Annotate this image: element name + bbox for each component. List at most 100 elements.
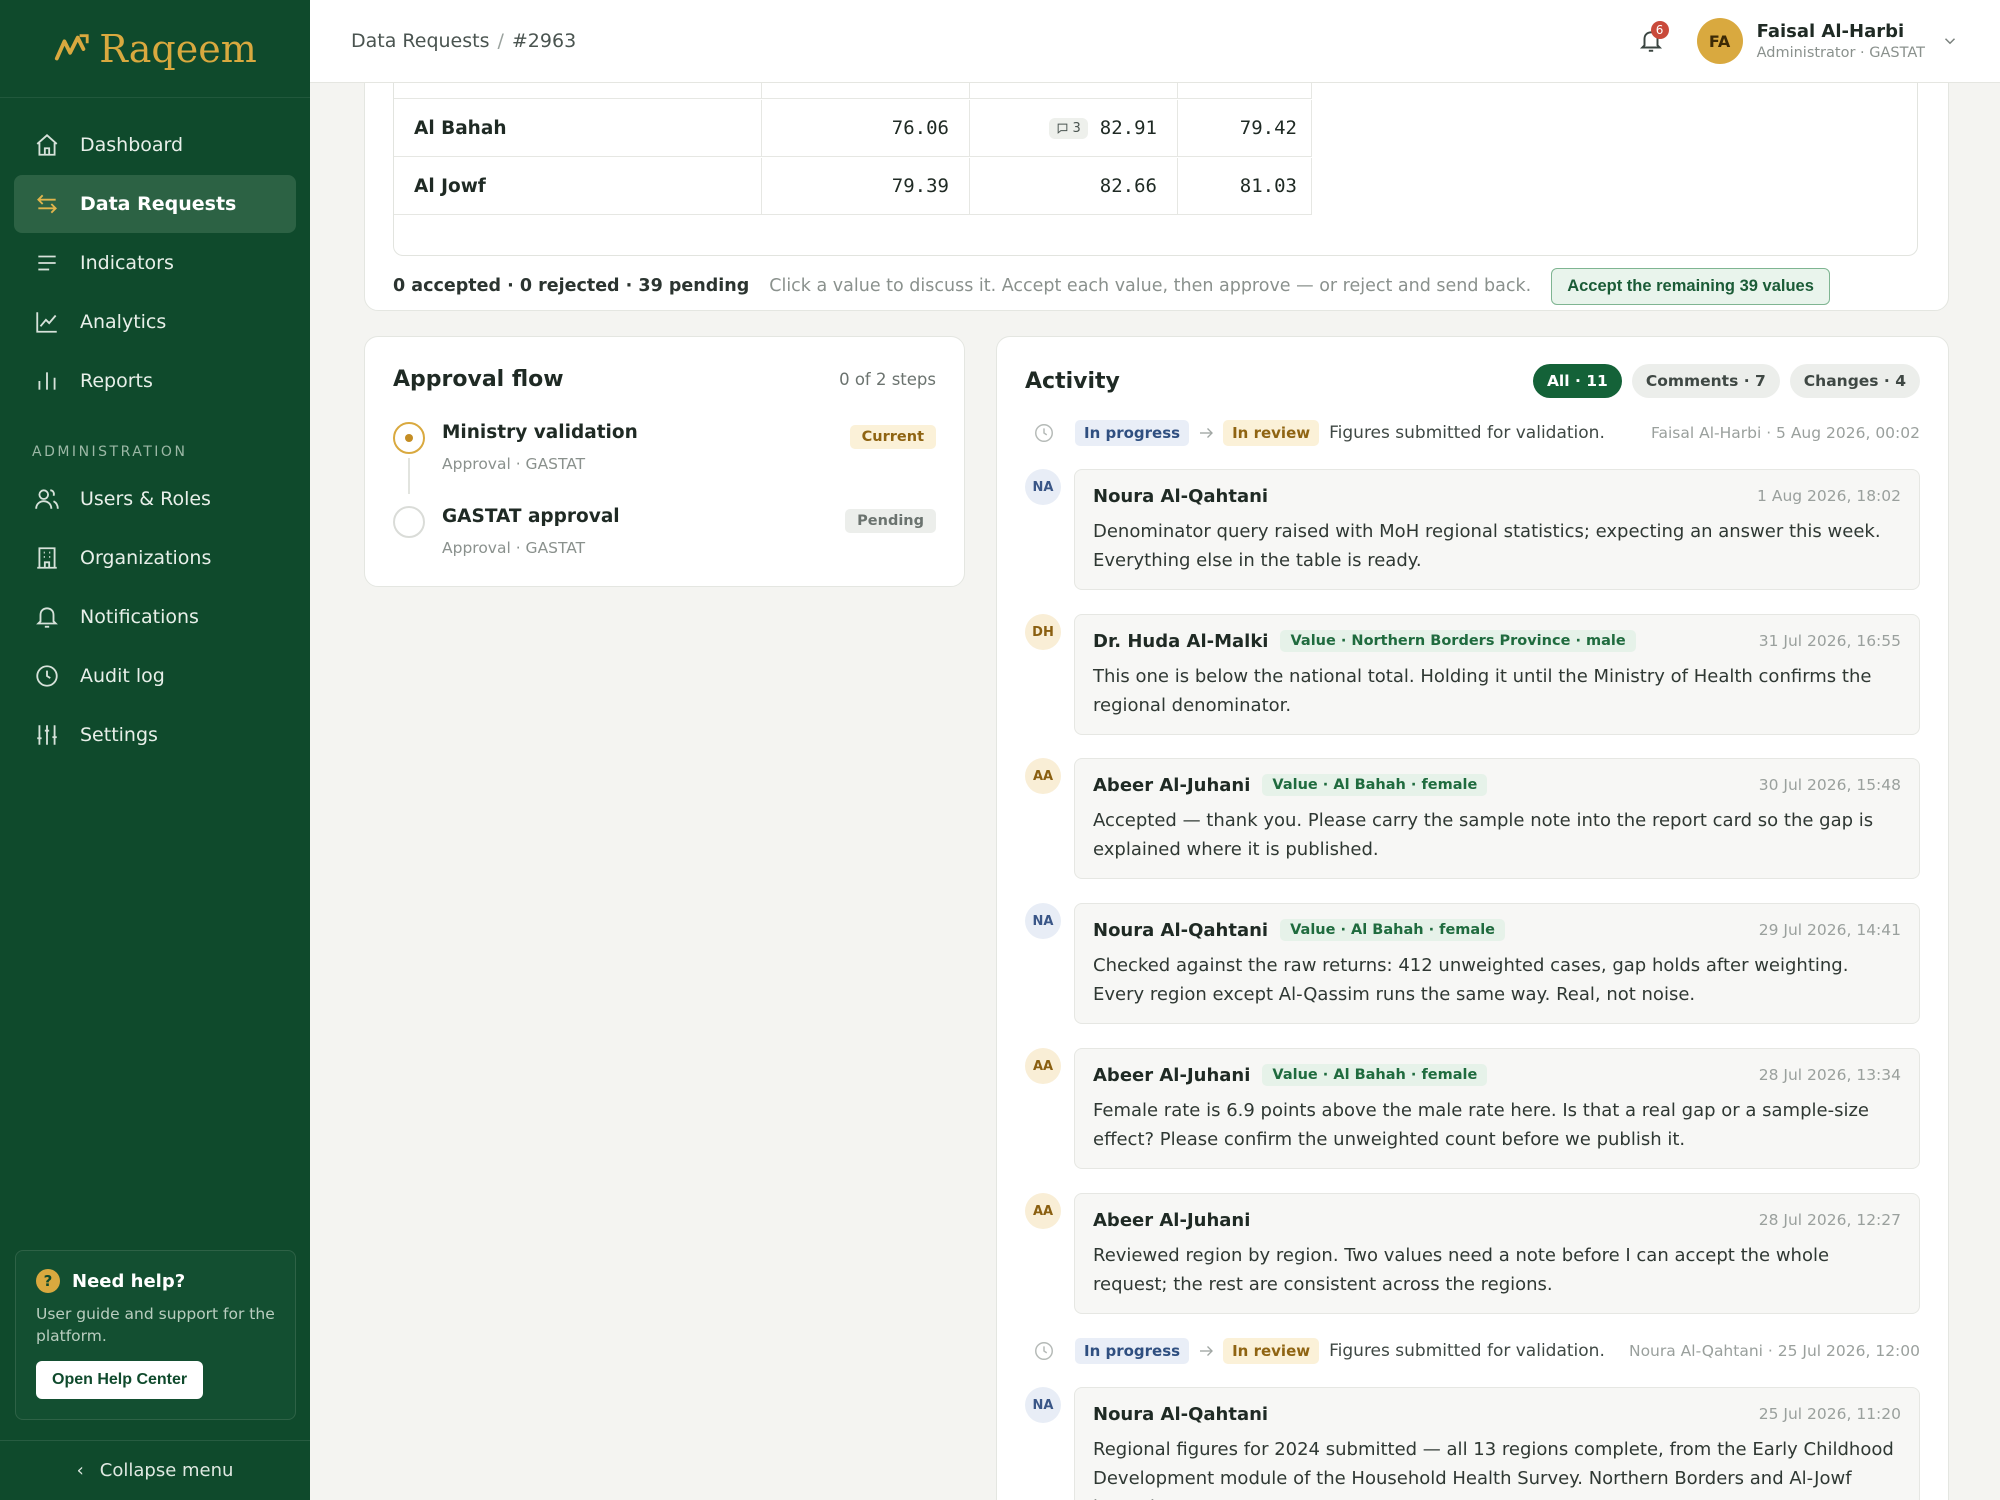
comment-time: 1 Aug 2026, 18:02 <box>1757 487 1901 505</box>
arrow-right-icon <box>1200 1346 1214 1356</box>
comment-value-tag[interactable]: Value · Al Bahah · female <box>1280 919 1506 941</box>
table-row: Al Jowf 79.39 82.66 81.03 <box>394 158 1312 215</box>
sliders-icon <box>37 725 57 745</box>
sidebar-item-label: Organizations <box>80 547 212 569</box>
comment-value-tag[interactable]: Value · Al Bahah · female <box>1262 774 1488 796</box>
step-pending-indicator <box>393 506 425 538</box>
comment-time: 28 Jul 2026, 13:34 <box>1758 1066 1901 1084</box>
sidebar-item-label: Indicators <box>80 252 174 274</box>
comment-author: Noura Al-Qahtani <box>1093 485 1269 507</box>
sidebar-item-dashboard[interactable]: Dashboard <box>14 116 296 174</box>
status-from-badge: In progress <box>1075 1338 1190 1364</box>
sidebar-item-notifications[interactable]: Notifications <box>14 588 296 646</box>
sidebar-item-organizations[interactable]: Organizations <box>14 529 296 587</box>
value-cell[interactable]: 82.66 <box>970 158 1178 214</box>
status-to-badge: In review <box>1223 420 1320 446</box>
sidebar-item-label: Settings <box>80 724 158 746</box>
comment-box: Noura Al-Qahtani 25 Jul 2026, 11:20 Regi… <box>1074 1387 1920 1500</box>
comment-author: Noura Al-Qahtani <box>1093 1403 1269 1425</box>
comment-body: Denominator query raised with MoH region… <box>1093 521 1881 571</box>
activity-card: Activity All · 11 Comments · 7 Changes ·… <box>996 336 1949 1500</box>
comment-time: 28 Jul 2026, 12:27 <box>1758 1211 1901 1229</box>
table-row: Al Bahah 76.06 3 82.91 79.42 <box>394 100 1312 157</box>
sidebar-item-audit-log[interactable]: Audit log <box>14 647 296 705</box>
clock-icon <box>1035 424 1053 442</box>
status-change-event: In progress In review Figures submitted … <box>1025 416 1920 450</box>
open-help-center-button[interactable]: Open Help Center <box>36 1361 204 1399</box>
comment-body: Accepted — thank you. Please carry the s… <box>1093 810 1874 860</box>
sidebar-item-settings[interactable]: Settings <box>14 706 296 764</box>
help-text: User guide and support for the platform. <box>36 1305 275 1345</box>
filter-all[interactable]: All · 11 <box>1532 364 1622 398</box>
comment-value-tag[interactable]: Value · Al Bahah · female <box>1262 1064 1488 1086</box>
event-text: Figures submitted for validation. <box>1329 423 1605 443</box>
breadcrumb-separator: / <box>497 30 504 52</box>
event-meta: Noura Al-Qahtani · 25 Jul 2026, 12:00 <box>1628 1342 1920 1360</box>
breadcrumb: Data Requests / #2963 <box>351 30 576 52</box>
comment-body: Reviewed region by region. Two values ne… <box>1093 1245 1830 1295</box>
comment-body: Checked against the raw returns: 412 unw… <box>1093 955 1849 1005</box>
sidebar-item-data-requests[interactable]: Data Requests <box>14 175 296 233</box>
sidebar-item-analytics[interactable]: Analytics <box>14 293 296 351</box>
sidebar-item-label: Data Requests <box>80 193 237 215</box>
sidebar-item-label: Dashboard <box>80 134 184 156</box>
approval-flow-card: Approval flow 0 of 2 steps Ministry vali… <box>364 336 965 587</box>
activity-filters: All · 11 Comments · 7 Changes · 4 <box>1532 364 1920 398</box>
admin-section-heading: ADMINISTRATION <box>32 444 188 460</box>
comment-header: Abeer Al-Juhani Value · Al Bahah · femal… <box>1093 1063 1901 1087</box>
building-icon <box>37 547 57 569</box>
filter-comments[interactable]: Comments · 7 <box>1631 364 1780 398</box>
sidebar-item-label: Analytics <box>80 311 167 333</box>
arrow-right-icon <box>1200 428 1214 438</box>
approval-flow-header: Approval flow 0 of 2 steps <box>393 367 936 392</box>
value-cell[interactable]: 76.06 <box>762 100 970 156</box>
topbar: Data Requests / #2963 6 FA Faisal Al-Har… <box>310 0 2000 83</box>
avatar: DH <box>1025 614 1061 650</box>
collapse-menu-button[interactable]: ‹ Collapse menu <box>0 1440 310 1500</box>
step-name: GASTAT approval <box>442 506 620 527</box>
comment-header: Noura Al-Qahtani Value · Al Bahah · fema… <box>1093 918 1901 942</box>
value-cell[interactable]: 79.39 <box>762 158 970 214</box>
sidebar-item-users-roles[interactable]: Users & Roles <box>14 470 296 528</box>
chevron-down-icon[interactable] <box>1941 32 1959 50</box>
comment-value-tag[interactable]: Value · Northern Borders Province · male <box>1280 630 1636 652</box>
value-cell-with-comments[interactable]: 3 82.91 <box>970 100 1178 156</box>
sidebar: Raqeem Dashboard Data Requests Indicator… <box>0 0 310 1500</box>
comment-count-chip[interactable]: 3 <box>1048 117 1088 139</box>
comment-icon <box>1057 123 1067 134</box>
user-avatar[interactable]: FA <box>1696 18 1743 64</box>
filter-changes[interactable]: Changes · 4 <box>1789 364 1920 398</box>
activity-title: Activity <box>1025 368 1120 394</box>
accept-remaining-button[interactable]: Accept the remaining 39 values <box>1551 267 1830 305</box>
status-from-badge: In progress <box>1075 420 1190 446</box>
breadcrumb-data-requests[interactable]: Data Requests <box>351 30 489 52</box>
help-title-text: Need help? <box>72 1270 186 1292</box>
notifications-button[interactable]: 6 <box>1631 21 1671 61</box>
comment-author: Dr. Huda Al-Malki <box>1093 630 1269 652</box>
bell-icon <box>36 607 58 628</box>
value-cell[interactable]: 79.42 <box>1178 100 1312 156</box>
approval-step-gastat-approval: GASTAT approval Approval · GASTAT Pendin… <box>393 504 936 564</box>
user-info[interactable]: Faisal Al-Harbi Administrator · GASTAT <box>1757 21 1925 61</box>
comment-box: Dr. Huda Al-Malki Value · Northern Borde… <box>1074 614 1920 735</box>
comment-box: Noura Al-Qahtani 1 Aug 2026, 18:02 Denom… <box>1074 469 1920 590</box>
comment-time: 25 Jul 2026, 11:20 <box>1758 1405 1901 1423</box>
sidebar-item-indicators[interactable]: Indicators <box>14 234 296 292</box>
sidebar-item-reports[interactable]: Reports <box>14 352 296 410</box>
comment-box: Abeer Al-Juhani 28 Jul 2026, 12:27 Revie… <box>1074 1193 1920 1314</box>
swap-arrows-icon <box>37 194 57 214</box>
avatar: AA <box>1025 1048 1061 1084</box>
step-subtitle: Approval · GASTAT <box>442 539 586 557</box>
value-cell[interactable]: 81.03 <box>1178 158 1312 214</box>
avatar: AA <box>1025 1193 1061 1229</box>
event-text: Figures submitted for validation. <box>1329 1341 1605 1361</box>
comment-header: Abeer Al-Juhani 28 Jul 2026, 12:27 <box>1093 1208 1901 1232</box>
brand[interactable]: Raqeem <box>0 0 310 98</box>
user-name: Faisal Al-Harbi <box>1756 21 1905 42</box>
step-name: Ministry validation <box>442 422 638 443</box>
comment-box: Noura Al-Qahtani Value · Al Bahah · fema… <box>1074 903 1920 1024</box>
event-meta: Faisal Al-Harbi · 5 Aug 2026, 00:02 <box>1650 424 1920 442</box>
bar-chart-icon <box>38 372 56 390</box>
comment-time: 31 Jul 2026, 16:55 <box>1758 632 1901 650</box>
help-title: ? Need help? <box>36 1269 275 1293</box>
